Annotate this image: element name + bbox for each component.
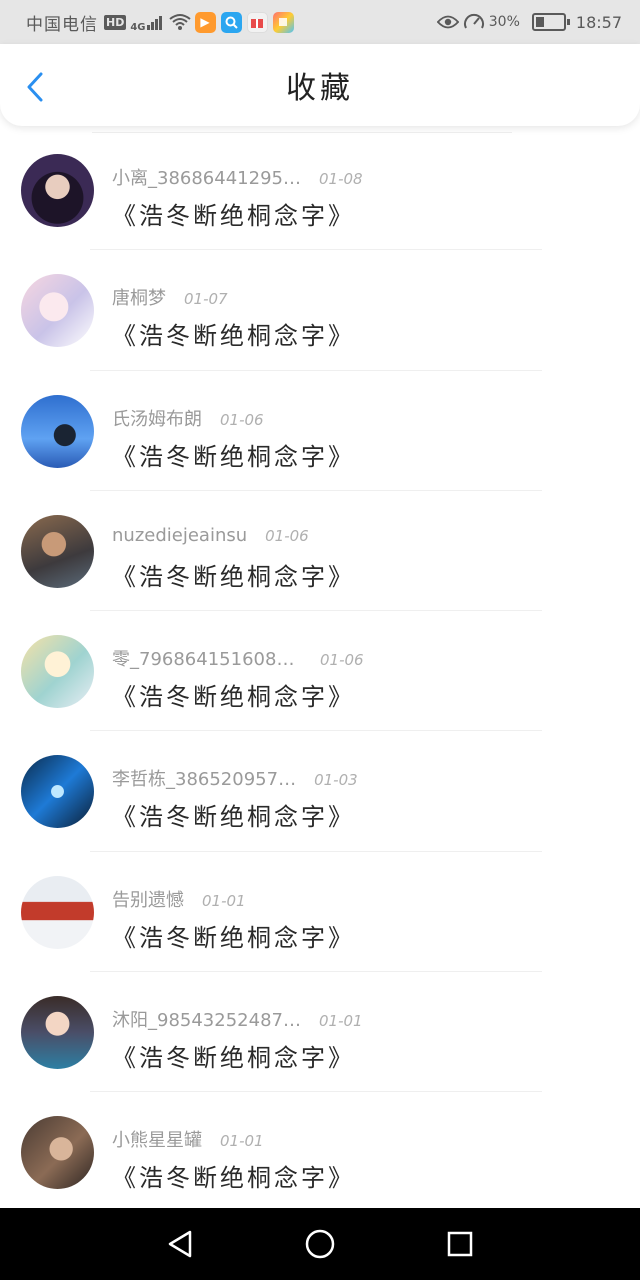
favorite-date: 01-06 — [220, 410, 264, 429]
book-title: 《浩冬断绝桐念字》 — [112, 923, 355, 952]
nav-recents-button[interactable] — [438, 1222, 482, 1266]
triangle-back-icon — [168, 1230, 192, 1258]
favorite-date: 01-01 — [220, 1132, 264, 1151]
favorite-item[interactable]: 小离_38686441295… 01-08 《浩冬断绝桐念字》 — [0, 130, 640, 251]
nav-home-button[interactable] — [298, 1222, 342, 1266]
book-title: 《浩冬断绝桐念字》 — [112, 202, 355, 230]
battery-level — [535, 17, 544, 27]
favorite-date: 01-06 — [320, 651, 364, 670]
favorite-item[interactable]: 氏汤姆布朗 01-06 《浩冬断绝桐念字》 — [0, 371, 640, 491]
item-meta: 李哲栋_386520957… 01-03 — [112, 765, 358, 791]
favorite-item[interactable]: 沐阳_98543252487… 01-01 《浩冬断绝桐念字》 — [0, 972, 640, 1093]
favorites-list: 小离_38686441295… 01-08 《浩冬断绝桐念字》 唐桐梦 01-07 《浩冬… — [0, 130, 640, 1213]
item-meta: 告别遗憾 01-01 — [112, 886, 246, 912]
battery-percent: 30% — [488, 14, 520, 30]
favorite-item[interactable]: 小熊星星罐 01-01 《浩冬断绝桐念字》 — [0, 1092, 640, 1213]
avatar[interactable] — [21, 755, 94, 829]
app-header: 收藏 — [0, 44, 640, 126]
item-meta: nuzediejeainsu 01-06 — [112, 525, 309, 546]
favorite-date: 01-03 — [314, 771, 358, 790]
favorite-item[interactable]: 零_79686415160869… 01-06 《浩冬断绝桐念字》 — [0, 611, 640, 732]
favorite-date: 01-07 — [184, 290, 228, 309]
favorite-date: 01-06 — [265, 526, 309, 545]
back-button[interactable] — [20, 70, 50, 104]
favorite-item[interactable]: 告别遗憾 01-01 《浩冬断绝桐念字》 — [0, 852, 640, 973]
avatar[interactable] — [21, 274, 94, 348]
author-name: 李哲栋_386520957… — [112, 769, 297, 791]
clock: 18:57 — [575, 12, 622, 32]
author-name: 零_79686415160869… — [112, 649, 302, 671]
book-title: 《浩冬断绝桐念字》 — [112, 562, 355, 591]
favorite-date: 01-01 — [318, 1012, 363, 1031]
avatar[interactable] — [21, 875, 94, 949]
book-title: 《浩冬断绝桐念字》 — [112, 1044, 355, 1073]
wifi-icon — [168, 11, 191, 33]
avatar[interactable] — [21, 514, 94, 588]
author-name: 氏汤姆布朗 — [112, 408, 202, 430]
battery-icon — [531, 13, 570, 31]
avatar[interactable] — [21, 635, 94, 709]
hd-badge: HD — [104, 14, 127, 30]
book-title: 《浩冬断绝桐念字》 — [112, 1164, 355, 1193]
author-name: nuzediejeainsu — [112, 524, 248, 546]
chevron-left-icon — [27, 72, 43, 102]
circle-home-icon — [305, 1229, 335, 1259]
author-name: 小熊星星罐 — [112, 1130, 202, 1152]
book-title: 《浩冬断绝桐念字》 — [112, 683, 355, 712]
book-title: 《浩冬断绝桐念字》 — [112, 803, 355, 832]
avatar[interactable] — [21, 1116, 94, 1190]
author-name: 沐阳_98543252487… — [112, 1010, 301, 1032]
favorite-item[interactable]: nuzediejeainsu 01-06 《浩冬断绝桐念字》 — [0, 491, 640, 612]
favorite-date: 01-08 — [318, 170, 363, 188]
item-meta: 氏汤姆布朗 01-06 — [112, 405, 264, 431]
favorite-item[interactable]: 唐桐梦 01-07 《浩冬断绝桐念字》 — [0, 250, 640, 371]
gift-app-icon — [246, 11, 268, 33]
status-bar: 中国电信 HD 4G ▶ 30% 18:57 — [0, 0, 640, 44]
status-left: 中国电信 HD 4G ▶ — [26, 10, 299, 35]
item-meta: 唐桐梦 01-07 — [112, 284, 228, 310]
avatar[interactable] — [21, 154, 94, 227]
carrier-name: 中国电信 — [26, 14, 98, 35]
search-app-icon — [220, 11, 242, 33]
square-recents-icon — [447, 1231, 473, 1257]
author-name: 告别遗憾 — [112, 889, 184, 911]
favorite-item[interactable]: 李哲栋_386520957… 01-03 《浩冬断绝桐念字》 — [0, 731, 640, 852]
book-title: 《浩冬断绝桐念字》 — [112, 442, 355, 471]
item-meta: 零_79686415160869… 01-06 — [112, 645, 364, 671]
signal-icon — [146, 14, 163, 30]
network-type: 4G — [130, 21, 146, 33]
page-title: 收藏 — [286, 71, 354, 106]
item-meta: 小离_38686441295… 01-08 — [112, 164, 363, 190]
eye-icon — [436, 11, 459, 33]
avatar[interactable] — [21, 996, 94, 1070]
author-name: 小离_38686441295… — [112, 168, 301, 189]
speed-icon — [463, 11, 485, 33]
video-app-icon: ▶ — [194, 11, 216, 33]
author-name: 唐桐梦 — [112, 288, 166, 310]
navigation-bar — [0, 1208, 640, 1280]
store-app-icon — [272, 11, 294, 33]
item-meta: 小熊星星罐 01-01 — [112, 1126, 264, 1152]
item-meta: 沐阳_98543252487… 01-01 — [112, 1006, 363, 1032]
status-right: 30% 18:57 — [436, 11, 622, 33]
favorite-date: 01-01 — [202, 891, 246, 910]
nav-back-button[interactable] — [158, 1222, 202, 1266]
book-title: 《浩冬断绝桐念字》 — [112, 322, 355, 351]
avatar[interactable] — [21, 394, 94, 468]
